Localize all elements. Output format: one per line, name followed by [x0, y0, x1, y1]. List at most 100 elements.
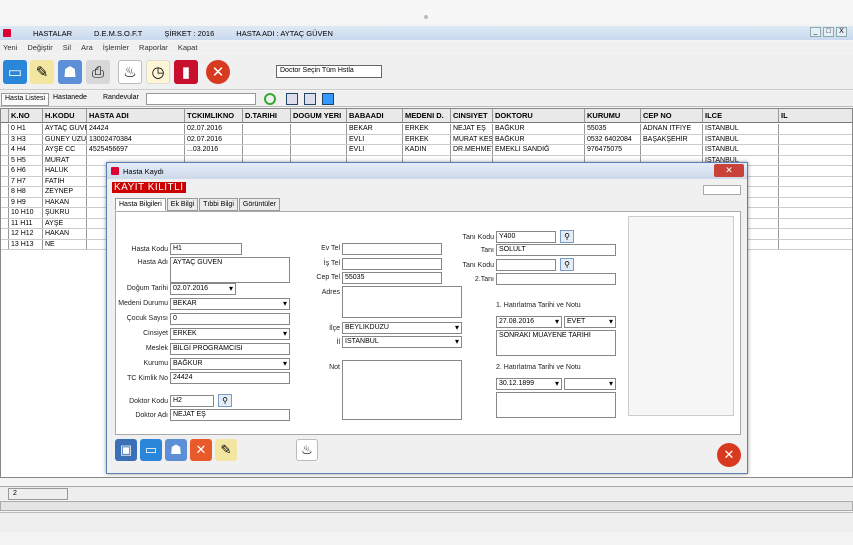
row-indicator[interactable]: [1, 218, 9, 228]
field-tani-kodu-2[interactable]: [496, 259, 556, 271]
new-icon[interactable]: ▭: [140, 439, 162, 461]
calendar-icon[interactable]: ◷: [146, 60, 170, 84]
stamp-icon[interactable]: ♨: [296, 439, 318, 461]
field-hatirlatma1-evet[interactable]: EVET: [564, 316, 616, 328]
field-cocuk[interactable]: 0: [170, 313, 290, 325]
new-file-icon[interactable]: ▭: [3, 60, 27, 84]
field-tani-kodu[interactable]: Y400: [496, 231, 556, 243]
col-il[interactable]: IL: [779, 109, 852, 122]
row-indicator[interactable]: [1, 208, 9, 218]
field-il[interactable]: İSTANBUL: [342, 336, 462, 348]
tab-in-hospital[interactable]: Hastanede: [50, 93, 90, 106]
menu-reports[interactable]: Raporlar: [139, 43, 168, 52]
close-icon[interactable]: ✕: [206, 60, 230, 84]
table-row[interactable]: 4 H4 AYŞE CC 4525456697 ...03.2016 EVLİ KADIN…: [1, 145, 852, 156]
filter-input[interactable]: [146, 93, 256, 105]
row-indicator[interactable]: [1, 145, 9, 155]
exit-icon[interactable]: ✕: [717, 443, 741, 467]
field-hatirlatma2-tarih[interactable]: 30.12.1899: [496, 378, 562, 390]
tab-patient-list[interactable]: Hasta Listesi: [1, 93, 50, 106]
close-button[interactable]: X: [836, 27, 847, 37]
users-icon[interactable]: ☗: [58, 60, 82, 84]
field-ev-tel[interactable]: [342, 243, 442, 255]
field-is-tel[interactable]: [342, 258, 442, 270]
diagnosis-search-icon[interactable]: ⚲: [560, 230, 574, 243]
field-doktor-adi[interactable]: NEJAT EŞ: [170, 409, 290, 421]
tab-hasta-bilgileri[interactable]: Hasta Bilgileri: [115, 198, 166, 211]
row-indicator[interactable]: [1, 197, 9, 207]
col-doktoru[interactable]: DOKTORU: [493, 109, 585, 122]
row-indicator[interactable]: [1, 239, 9, 249]
dialog-top-field[interactable]: [703, 185, 741, 195]
dialog-close-button[interactable]: ✕: [714, 164, 744, 177]
field-hasta-adi[interactable]: AYTAÇ GÜVEN: [170, 257, 290, 283]
book-icon[interactable]: ▮: [174, 60, 198, 84]
field-medeni[interactable]: BEKAR: [170, 298, 290, 310]
row-indicator[interactable]: [1, 176, 9, 186]
table-row[interactable]: 0 H1AYTAÇ GÜVEN2442402.07.2016 BEKARERKEK…: [1, 124, 852, 135]
field-adres[interactable]: [342, 286, 462, 318]
row-indicator[interactable]: [1, 124, 9, 134]
window-icon[interactable]: [286, 93, 298, 105]
field-kurumu[interactable]: BAĞKUR: [170, 358, 290, 370]
tab-tibbi-bilgi[interactable]: Tıbbi Bilgi: [199, 198, 238, 211]
col-kno[interactable]: K.NO: [9, 109, 43, 122]
doctor-search-icon[interactable]: ⚲: [218, 394, 232, 407]
field-hatirlatma2-not[interactable]: [496, 392, 616, 418]
print-icon[interactable]: ⎙: [86, 60, 110, 84]
col-ilce[interactable]: ILCE: [703, 109, 779, 122]
field-hatirlatma1-not[interactable]: SONRAKİ MUAYENE TARİHİ: [496, 330, 616, 356]
field-tani-2[interactable]: [496, 273, 616, 285]
col-babaadi[interactable]: BABAADI: [347, 109, 403, 122]
menu-search[interactable]: Ara: [81, 43, 93, 52]
col-dogum-yeri[interactable]: DOGUM YERI: [291, 109, 347, 122]
field-hatirlatma2-evet[interactable]: [564, 378, 616, 390]
stamp-icon[interactable]: ♨: [118, 60, 142, 84]
menu-operations[interactable]: İşlemler: [103, 43, 129, 52]
row-indicator[interactable]: [1, 229, 9, 239]
tab-appointments[interactable]: Randevular: [100, 93, 142, 106]
col-hkodu[interactable]: H.KODU: [43, 109, 87, 122]
edit-icon[interactable]: ✎: [30, 60, 54, 84]
table-row[interactable]: 3 H3 GÜNEY ÜZÜN 13002470384 02.07.2016 EVLİ E…: [1, 134, 852, 145]
field-ilce[interactable]: BEYLİKDÜZÜ: [342, 322, 462, 334]
field-not[interactable]: [342, 360, 462, 420]
field-meslek[interactable]: BİLGİ PROGRAMCISI: [170, 343, 290, 355]
menu-delete[interactable]: Sil: [63, 43, 71, 52]
diagnosis2-search-icon[interactable]: ⚲: [560, 258, 574, 271]
col-kurumu[interactable]: KURUMU: [585, 109, 641, 122]
tile-icon[interactable]: [304, 93, 316, 105]
col-hasta-adi[interactable]: HASTA ADI: [87, 109, 185, 122]
row-indicator[interactable]: [1, 134, 9, 144]
row-indicator[interactable]: [1, 166, 9, 176]
field-doktor-kodu[interactable]: H2: [170, 395, 214, 407]
field-hasta-kodu[interactable]: H1: [170, 243, 242, 255]
field-cinsiyet[interactable]: ERKEK: [170, 328, 290, 340]
save-icon[interactable]: ▣: [115, 439, 137, 461]
tab-goruntuler[interactable]: Görüntüler: [238, 198, 280, 211]
menu-new[interactable]: Yeni: [3, 43, 17, 52]
row-indicator[interactable]: [1, 155, 9, 165]
cascade-icon[interactable]: [322, 93, 334, 105]
refresh-icon[interactable]: [264, 93, 276, 105]
col-cepno[interactable]: CEP NO: [641, 109, 703, 122]
field-dogum-tarihi[interactable]: 02.07.2016: [170, 283, 236, 295]
maximize-button[interactable]: □: [823, 27, 834, 37]
tab-ek-bilgi[interactable]: Ek Bilgi: [166, 198, 199, 211]
horizontal-scrollbar[interactable]: [0, 501, 853, 511]
menu-change[interactable]: Değiştir: [27, 43, 52, 52]
minimize-button[interactable]: _: [810, 27, 821, 37]
photo-frame[interactable]: [628, 216, 734, 416]
delete-icon[interactable]: ✕: [190, 439, 212, 461]
edit-icon[interactable]: ✎: [215, 439, 237, 461]
col-cinsiyet[interactable]: CINSIYET: [451, 109, 493, 122]
row-indicator[interactable]: [1, 187, 9, 197]
field-hatirlatma1-tarih[interactable]: 27.08.2016: [496, 316, 562, 328]
col-dtarihi[interactable]: D.TARIHI: [243, 109, 291, 122]
doctor-select[interactable]: Doctor Seçin Tüm Hstla: [276, 65, 382, 78]
col-medeni[interactable]: MEDENI D.: [403, 109, 451, 122]
col-tckimlikno[interactable]: TCKIMLIKNO: [185, 109, 243, 122]
field-cep-tel[interactable]: 55035: [342, 272, 442, 284]
menu-close[interactable]: Kapat: [178, 43, 198, 52]
field-tani[interactable]: SOLÜLT: [496, 244, 616, 256]
